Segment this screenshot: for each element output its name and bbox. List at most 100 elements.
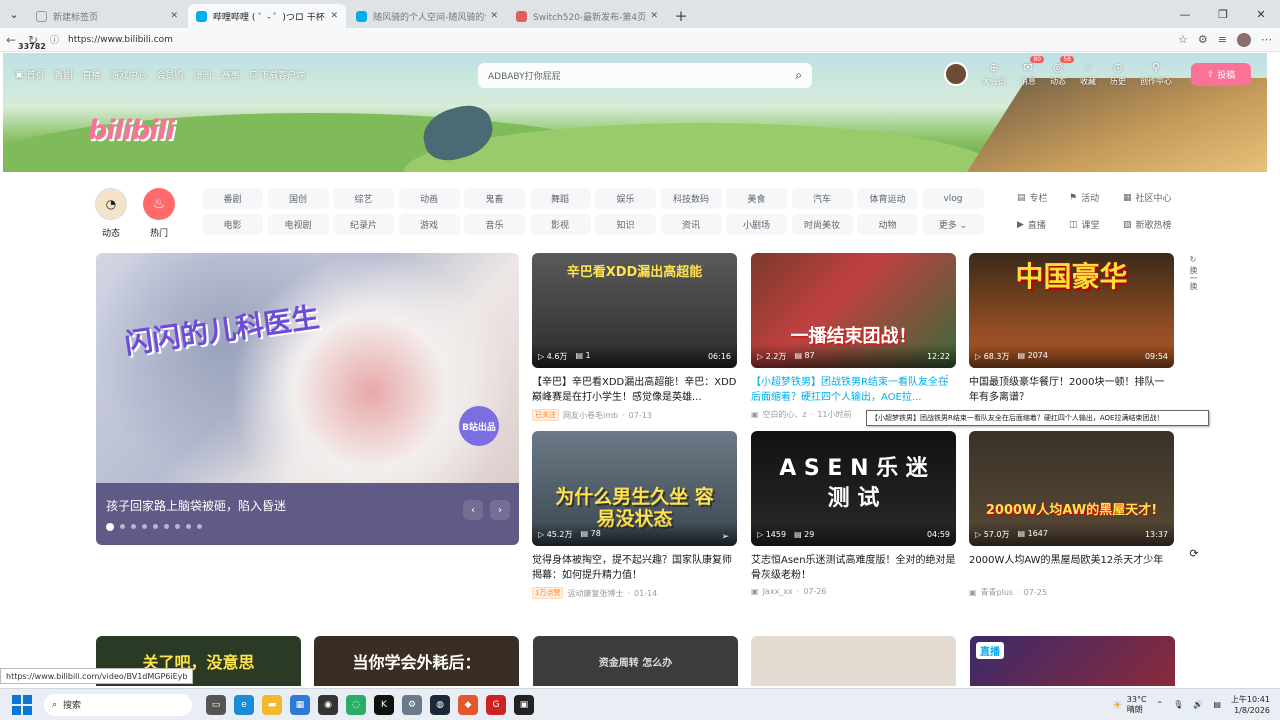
- column-link[interactable]: ▤ 专栏: [1017, 191, 1067, 205]
- channel-8[interactable]: 美食: [726, 188, 787, 209]
- channel-15[interactable]: 游戏: [398, 214, 460, 235]
- channel-12[interactable]: 电影: [202, 214, 263, 235]
- video-thumbnail[interactable]: 一播结束团战！ ▷ 2.2万 ▤ 87 12:22: [751, 253, 956, 368]
- channel-5[interactable]: 舞蹈: [529, 188, 591, 209]
- video-thumbnail[interactable]: 辛巴看XDD漏出高超能 ▷ 4.6万 ▤ 1 06:16: [532, 253, 737, 368]
- video-title[interactable]: 【辛巴】辛巴看XDD漏出高超能！辛巴：XDD巅峰赛是在打小学生！感觉像是英雄..…: [532, 375, 737, 405]
- nav-live[interactable]: 直播: [83, 68, 101, 81]
- creator-center-button[interactable]: ⚲ 创作中心: [1140, 61, 1172, 87]
- favorites-icon[interactable]: ≡: [1218, 33, 1227, 47]
- carousel-dot[interactable]: [175, 524, 180, 529]
- carousel-dot[interactable]: [142, 524, 147, 529]
- channel-22[interactable]: 动物: [857, 214, 918, 235]
- weather-widget[interactable]: ☀ 33°C 晴朗: [1112, 695, 1147, 715]
- file-explorer-icon[interactable]: ▬: [262, 694, 282, 715]
- video-author[interactable]: 青青plus: [981, 587, 1014, 598]
- search-icon[interactable]: ⌕: [795, 68, 802, 83]
- carousel-prev-button[interactable]: ‹: [463, 500, 483, 520]
- video-card[interactable]: 一播结束团战！ ▷ 2.2万 ▤ 87 12:22 【小超梦铁男】团战铁男R结束一看…: [751, 253, 956, 420]
- extensions-icon[interactable]: ⚙: [1198, 33, 1208, 47]
- video-author[interactable]: 空白的心、z: [763, 409, 807, 420]
- channel-17[interactable]: 影视: [529, 214, 591, 235]
- video-title[interactable]: 中国最顶级豪华餐厅！2000块一顿！排队一年有多离谱？: [969, 375, 1174, 405]
- channel-16[interactable]: 音乐: [464, 214, 525, 235]
- network-icon[interactable]: ▤: [1213, 700, 1221, 709]
- app-icon[interactable]: ◆: [458, 694, 478, 715]
- channel-3[interactable]: 动画: [398, 188, 460, 209]
- carousel-caption[interactable]: 孩子回家路上脑袋被砸，陷入昏迷: [106, 497, 509, 514]
- video-title[interactable]: 【小超梦铁男】团战铁男R结束一看队友全在后面缩着？硬扛四个人输出，AOE拉...: [751, 375, 956, 405]
- minimize-icon[interactable]: —: [1166, 0, 1204, 28]
- channel-0[interactable]: 番剧: [202, 188, 263, 209]
- video-author[interactable]: 网友小卷毛imb: [563, 410, 618, 421]
- community-link[interactable]: ▦ 社区中心: [1123, 191, 1193, 205]
- edge-icon[interactable]: e: [234, 694, 254, 715]
- more-icon[interactable]: ⋯: [1261, 33, 1272, 47]
- refresh-feed-button[interactable]: ↻ 换一换: [1185, 254, 1201, 290]
- channel-9[interactable]: 汽车: [791, 188, 853, 209]
- channel-21[interactable]: 时尚美妆: [791, 214, 853, 235]
- close-window-icon[interactable]: ✕: [1242, 0, 1280, 28]
- dynamic-shortcut[interactable]: ◔ 动态: [94, 188, 128, 239]
- hot-shortcut[interactable]: ♨ 热门: [142, 188, 176, 239]
- close-tab-icon[interactable]: ✕: [490, 11, 498, 21]
- restore-icon[interactable]: ❐: [1204, 0, 1242, 28]
- store-icon[interactable]: ▦: [290, 694, 310, 715]
- video-card[interactable]: 中国豪华 ▷ 68.3万 ▤ 2074 09:54 中国最顶级豪华餐厅！2000块一…: [969, 253, 1174, 405]
- mic-icon[interactable]: 🎙: [1173, 700, 1183, 709]
- channel-13[interactable]: 电视剧: [267, 214, 329, 235]
- browser-tab[interactable]: 新建标签页 ✕: [28, 4, 186, 28]
- course-link[interactable]: ◫ 课堂: [1069, 218, 1121, 232]
- channel-20[interactable]: 小剧场: [726, 214, 787, 235]
- channel-18[interactable]: 知识: [595, 214, 656, 235]
- channel-23[interactable]: 更多 ⌄: [922, 214, 984, 235]
- channel-1[interactable]: 国创: [267, 188, 329, 209]
- settings-icon[interactable]: ⚙: [402, 694, 422, 715]
- live-link[interactable]: ▶ 直播: [1017, 218, 1067, 232]
- new-tab-button[interactable]: +: [668, 4, 694, 28]
- favorite-star-icon[interactable]: ☆: [1178, 33, 1188, 47]
- carousel-dot[interactable]: [153, 524, 158, 529]
- video-thumbnail[interactable]: A S E N 乐 迷 测 试 ▷ 1459 ▤ 29 04:59: [751, 431, 956, 546]
- channel-7[interactable]: 科技数码: [660, 188, 722, 209]
- volume-icon[interactable]: 🔊: [1193, 700, 1203, 709]
- messages-button[interactable]: 80 ✉ 消息: [1020, 56, 1044, 87]
- taskbar-search[interactable]: ⌕ 搜索: [44, 693, 192, 716]
- video-card[interactable]: 当你学会外耗后：: [314, 636, 519, 686]
- app-icon[interactable]: G: [486, 694, 506, 715]
- channel-14[interactable]: 纪录片: [333, 214, 394, 235]
- music-chart-link[interactable]: ▧ 新歌热榜: [1123, 218, 1193, 232]
- close-tab-icon[interactable]: ✕: [330, 11, 338, 21]
- steam-icon[interactable]: ◍: [430, 694, 450, 715]
- windows-start-icon[interactable]: [12, 694, 32, 715]
- site-info-icon[interactable]: ⓘ: [50, 33, 64, 46]
- carousel-dot[interactable]: [186, 524, 191, 529]
- video-card[interactable]: 辛巴看XDD漏出高超能 ▷ 4.6万 ▤ 1 06:16 【辛巴】辛巴看XDD漏出高…: [532, 253, 737, 421]
- live-card[interactable]: 直播: [970, 636, 1175, 686]
- user-avatar[interactable]: [944, 62, 968, 86]
- activity-link[interactable]: ⚑ 活动: [1069, 191, 1121, 205]
- profile-avatar[interactable]: [1237, 32, 1251, 47]
- video-author[interactable]: Jaxx_xx: [763, 587, 793, 596]
- nav-shop[interactable]: 会员购: [157, 68, 184, 81]
- app-icon[interactable]: K: [374, 694, 394, 715]
- nav-anime[interactable]: 番剧: [55, 68, 73, 81]
- video-card[interactable]: A S E N 乐 迷 测 试 ▷ 1459 ▤ 29 04:59 艾志恒Asen乐…: [751, 431, 956, 596]
- video-card[interactable]: 为什么男生久坐 容易没状态 ▷ 45.2万 ▤ 78 觉得身体被掏空，提不起兴趣？…: [532, 431, 737, 599]
- chevron-up-icon[interactable]: ⌃: [1157, 700, 1164, 709]
- nav-manga[interactable]: 漫画: [194, 68, 212, 81]
- close-tab-icon[interactable]: ✕: [170, 11, 178, 21]
- channel-11[interactable]: vlog: [922, 188, 984, 209]
- channel-2[interactable]: 综艺: [333, 188, 394, 209]
- video-author[interactable]: 运动康复张博士: [567, 588, 623, 599]
- bilibili-logo[interactable]: bilibili: [88, 115, 175, 146]
- tab-actions-button[interactable]: ⌄: [0, 0, 28, 28]
- vip-button[interactable]: ⊕ 大会员: [982, 61, 1006, 87]
- task-view-icon[interactable]: ▭: [206, 694, 226, 715]
- scroll-top-button[interactable]: ⟳: [1185, 544, 1203, 562]
- carousel-dot[interactable]: [120, 524, 125, 529]
- video-card[interactable]: [751, 636, 956, 686]
- carousel-dot[interactable]: [197, 524, 202, 529]
- featured-carousel[interactable]: 闪闪的儿科医生 B站出品 孩子回家路上脑袋被砸，陷入昏迷 ‹ ›: [96, 253, 519, 545]
- wechat-icon[interactable]: ◌: [346, 694, 366, 715]
